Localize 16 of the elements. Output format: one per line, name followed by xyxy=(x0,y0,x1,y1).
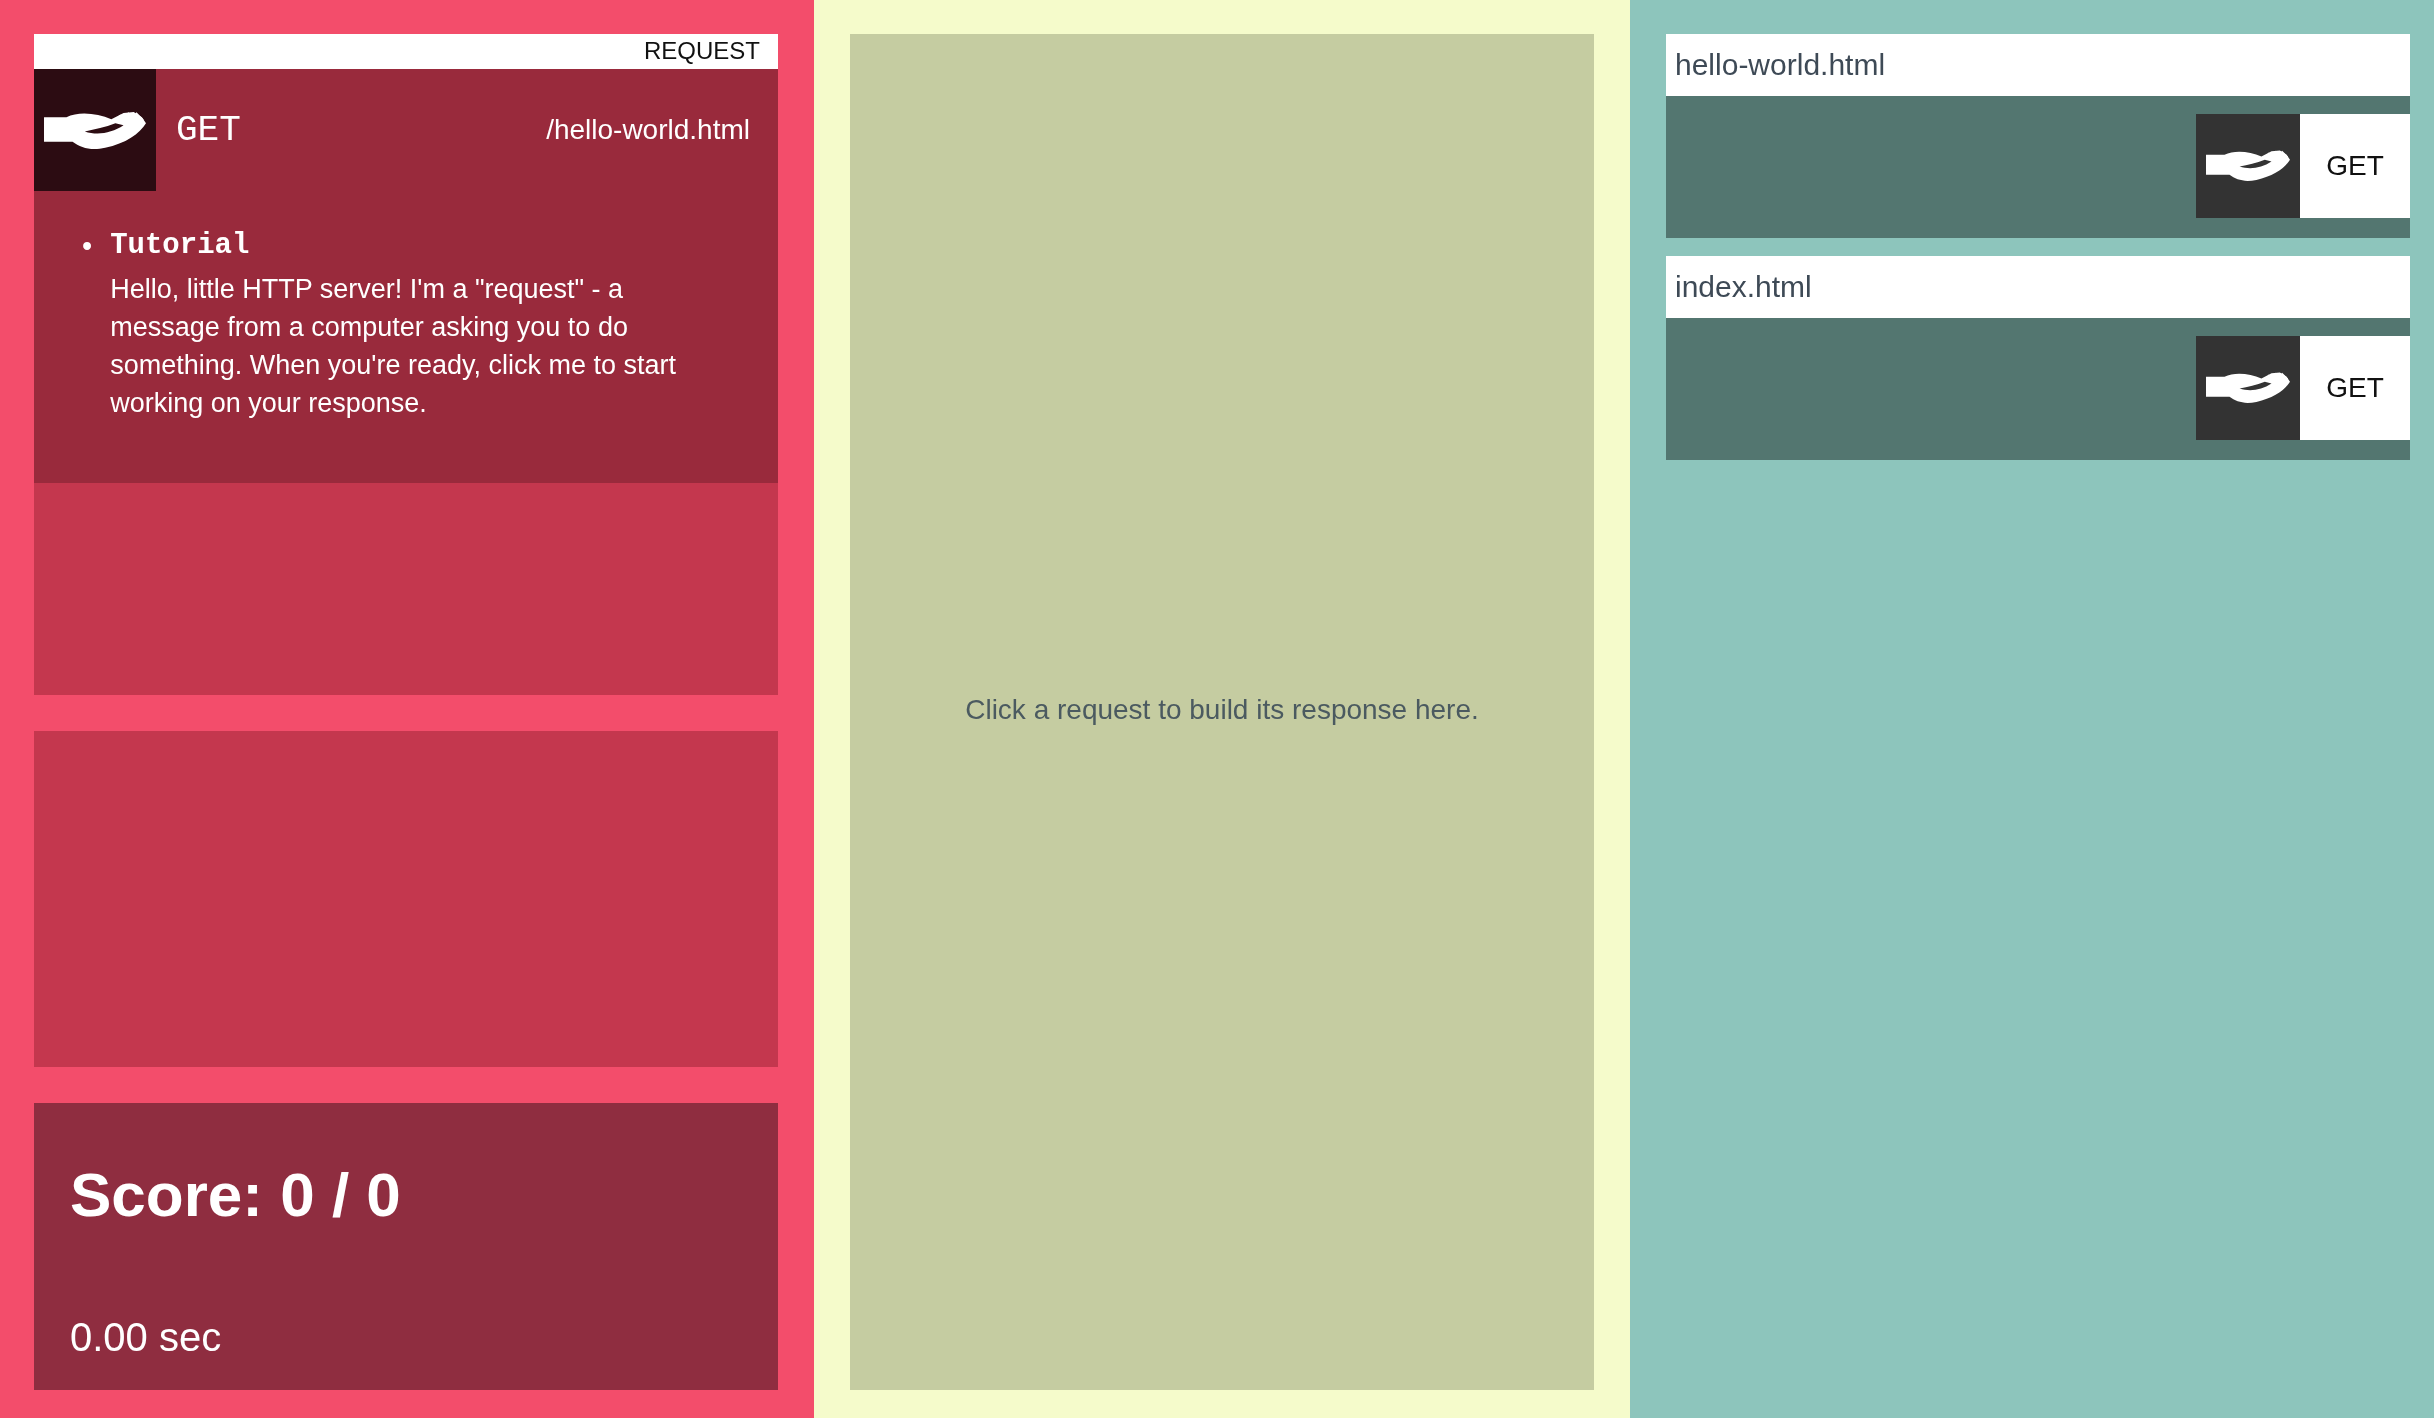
file-name: index.html xyxy=(1666,256,2410,318)
request-card[interactable]: GET /hello-world.html • Tutorial Hello, little HTTP server! I'm a "request" - a message from a computer asking you to do something. When you're ready, click me to start working on your response. xyxy=(34,69,778,483)
open-hand-icon xyxy=(2206,370,2290,406)
request-method: GET xyxy=(176,109,242,151)
response-hint: Click a request to build its response here. xyxy=(965,694,1479,726)
get-button[interactable]: GET xyxy=(2196,114,2410,218)
file-name: hello-world.html xyxy=(1666,34,2410,96)
open-hand-icon xyxy=(2206,148,2290,184)
note-title: Tutorial xyxy=(110,229,251,262)
time-text: 0.00 sec xyxy=(70,1315,223,1360)
bullet: • xyxy=(82,229,93,264)
get-button[interactable]: GET xyxy=(2196,336,2410,440)
note-text: Hello, little HTTP server! I'm a "request" - a message from a computer asking you to do something. When you're ready, click me to start working on your response. xyxy=(110,273,678,420)
request-label: REQUEST xyxy=(34,34,778,69)
score-text: Score: 0 / 0 xyxy=(70,1159,402,1230)
request-path: /hello-world.html xyxy=(546,114,750,146)
